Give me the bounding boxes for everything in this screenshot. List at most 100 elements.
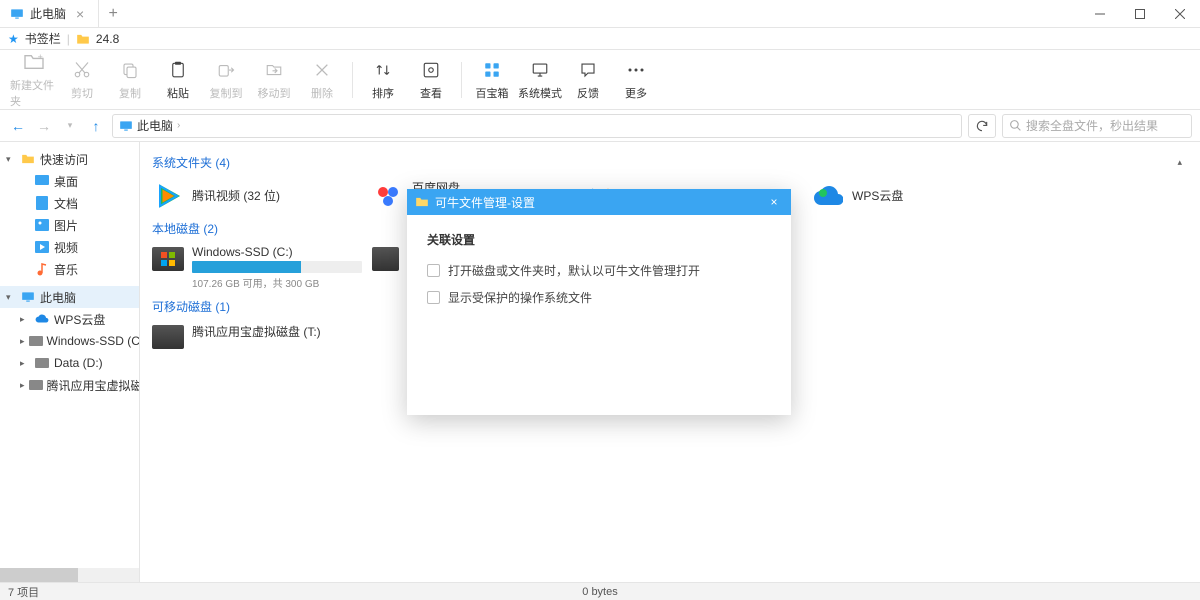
- breadcrumb-root: 此电脑: [137, 117, 173, 134]
- drive-c[interactable]: Windows-SSD (C:) 107.26 GB 可用，共 300 GB: [152, 245, 362, 290]
- folder-icon: [76, 33, 90, 45]
- titlebar: 此电脑 × +: [0, 0, 1200, 28]
- folder-icon: [415, 196, 429, 208]
- desktop-icon: [34, 175, 50, 187]
- system-mode-button[interactable]: 系统模式: [516, 59, 564, 101]
- navbar: ← → ▾ ↑ 此电脑 › 搜索全盘文件，秒出结果: [0, 110, 1200, 142]
- tab-title: 此电脑: [30, 5, 66, 22]
- dialog-titlebar[interactable]: 可牛文件管理-设置 ×: [407, 189, 791, 215]
- close-window-button[interactable]: [1160, 0, 1200, 28]
- sidebar-documents[interactable]: 文档: [14, 192, 139, 214]
- app-wps-cloud[interactable]: WPS云盘: [812, 179, 1022, 212]
- dialog-heading: 关联设置: [427, 231, 771, 248]
- feedback-icon: [579, 59, 597, 81]
- option-default-open[interactable]: 打开磁盘或文件夹时，默认以可牛文件管理打开: [427, 262, 771, 279]
- sidebar-wps[interactable]: ▸WPS云盘: [14, 308, 139, 330]
- search-input[interactable]: 搜索全盘文件，秒出结果: [1002, 114, 1192, 138]
- sidebar-scrollbar[interactable]: [0, 568, 139, 582]
- drive-c-usage-bar: [192, 261, 362, 273]
- more-button[interactable]: 更多: [612, 59, 660, 101]
- refresh-button[interactable]: [968, 114, 996, 138]
- bookmark-folder[interactable]: 24.8: [96, 32, 119, 46]
- baidu-netdisk-icon: [372, 180, 404, 212]
- sidebar-pictures[interactable]: 图片: [14, 214, 139, 236]
- minimize-button[interactable]: [1080, 0, 1120, 28]
- videos-icon: [34, 241, 50, 253]
- sidebar-music[interactable]: 音乐: [14, 258, 139, 280]
- nav-back-button[interactable]: ←: [8, 118, 28, 134]
- monitor-icon: [10, 7, 24, 21]
- drive-icon: [152, 325, 184, 349]
- drive-c-free: 107.26 GB 可用，共 300 GB: [192, 275, 362, 290]
- sidebar-videos[interactable]: 视频: [14, 236, 139, 258]
- svg-text:+: +: [38, 53, 43, 62]
- copy-icon: [121, 59, 139, 81]
- checkbox-icon[interactable]: [427, 291, 440, 304]
- more-icon: [627, 59, 645, 81]
- status-bytes: 0 bytes: [574, 586, 625, 598]
- monitor-icon: [119, 119, 133, 133]
- sidebar-data-d[interactable]: ▸Data (D:): [14, 352, 139, 374]
- drive-tencent[interactable]: 腾讯应用宝虚拟磁盘 (T:): [152, 323, 362, 349]
- monitor-icon: [20, 290, 36, 304]
- sidebar-winssd[interactable]: ▸Windows-SSD (C:): [14, 330, 139, 352]
- drive-tencent-name: 腾讯应用宝虚拟磁盘 (T:): [192, 323, 362, 340]
- star-icon: ★: [8, 32, 19, 46]
- bookmark-label[interactable]: 书签栏: [25, 30, 61, 47]
- feedback-button[interactable]: 反馈: [564, 59, 612, 101]
- breadcrumb[interactable]: 此电脑 ›: [112, 114, 962, 138]
- option-show-protected[interactable]: 显示受保护的操作系统文件: [427, 289, 771, 306]
- sidebar-quick-access[interactable]: ▾快速访问: [0, 148, 139, 170]
- sidebar-this-pc[interactable]: ▾此电脑: [0, 286, 139, 308]
- tencent-video-icon: [152, 180, 184, 212]
- window-controls: [1080, 0, 1200, 28]
- add-tab-button[interactable]: +: [99, 5, 127, 23]
- new-folder-icon: +: [23, 51, 45, 73]
- sidebar-desktop[interactable]: 桌面: [14, 170, 139, 192]
- sidebar: ▾快速访问 桌面 文档 图片 视频 音乐 ▾此电脑 ▸WPS云盘 ▸Window…: [0, 142, 140, 582]
- search-placeholder: 搜索全盘文件，秒出结果: [1026, 117, 1158, 134]
- sort-icon: [374, 59, 392, 81]
- section-system-folders[interactable]: 系统文件夹 (4)▴: [152, 154, 1188, 171]
- move-to-button[interactable]: 移动到: [250, 59, 298, 101]
- sort-button[interactable]: 排序: [359, 59, 407, 101]
- view-icon: [422, 59, 440, 81]
- drive-icon: [29, 336, 43, 346]
- sidebar-tencent-drive[interactable]: ▸腾讯应用宝虚拟磁盘 (T:): [14, 374, 139, 396]
- copy-button[interactable]: 复制: [106, 59, 154, 101]
- view-button[interactable]: 查看: [407, 59, 455, 101]
- nav-up-button[interactable]: ↑: [86, 118, 106, 134]
- close-tab-icon[interactable]: ×: [72, 6, 88, 22]
- drive-c-name: Windows-SSD (C:): [192, 245, 362, 259]
- dialog-title: 可牛文件管理-设置: [435, 194, 535, 211]
- dialog-close-button[interactable]: ×: [765, 195, 783, 209]
- toolbar-separator: [352, 62, 353, 98]
- settings-dialog: 可牛文件管理-设置 × 关联设置 打开磁盘或文件夹时，默认以可牛文件管理打开 显…: [407, 189, 791, 415]
- move-to-icon: [265, 59, 283, 81]
- pictures-icon: [34, 219, 50, 231]
- tab-this-pc[interactable]: 此电脑 ×: [0, 0, 99, 28]
- nav-forward-button[interactable]: →: [34, 118, 54, 134]
- wps-cloud-icon: [812, 180, 844, 212]
- music-icon: [34, 262, 50, 276]
- document-icon: [34, 196, 50, 210]
- chevron-up-icon[interactable]: ▴: [1177, 157, 1182, 168]
- status-item-count: 7 项目: [0, 584, 47, 600]
- copy-to-button[interactable]: 复制到: [202, 59, 250, 101]
- cut-icon: [73, 59, 91, 81]
- paste-button[interactable]: 粘贴: [154, 59, 202, 101]
- monitor-icon: [531, 59, 549, 81]
- cut-button[interactable]: 剪切: [58, 59, 106, 101]
- nav-history-button[interactable]: ▾: [60, 120, 80, 131]
- drive-icon: [372, 247, 399, 271]
- toolbar: +新建文件夹 剪切 复制 粘贴 复制到 移动到 删除 排序 查看 百宝箱 系统模…: [0, 50, 1200, 110]
- new-folder-button[interactable]: +新建文件夹: [10, 51, 58, 109]
- drive-icon: [29, 380, 43, 390]
- status-bar: 7 项目 0 bytes: [0, 582, 1200, 600]
- toolbox-button[interactable]: 百宝箱: [468, 59, 516, 101]
- app-tencent-video[interactable]: 腾讯视频 (32 位): [152, 179, 362, 212]
- delete-button[interactable]: 删除: [298, 59, 346, 101]
- copy-to-icon: [217, 59, 235, 81]
- maximize-button[interactable]: [1120, 0, 1160, 28]
- checkbox-icon[interactable]: [427, 264, 440, 277]
